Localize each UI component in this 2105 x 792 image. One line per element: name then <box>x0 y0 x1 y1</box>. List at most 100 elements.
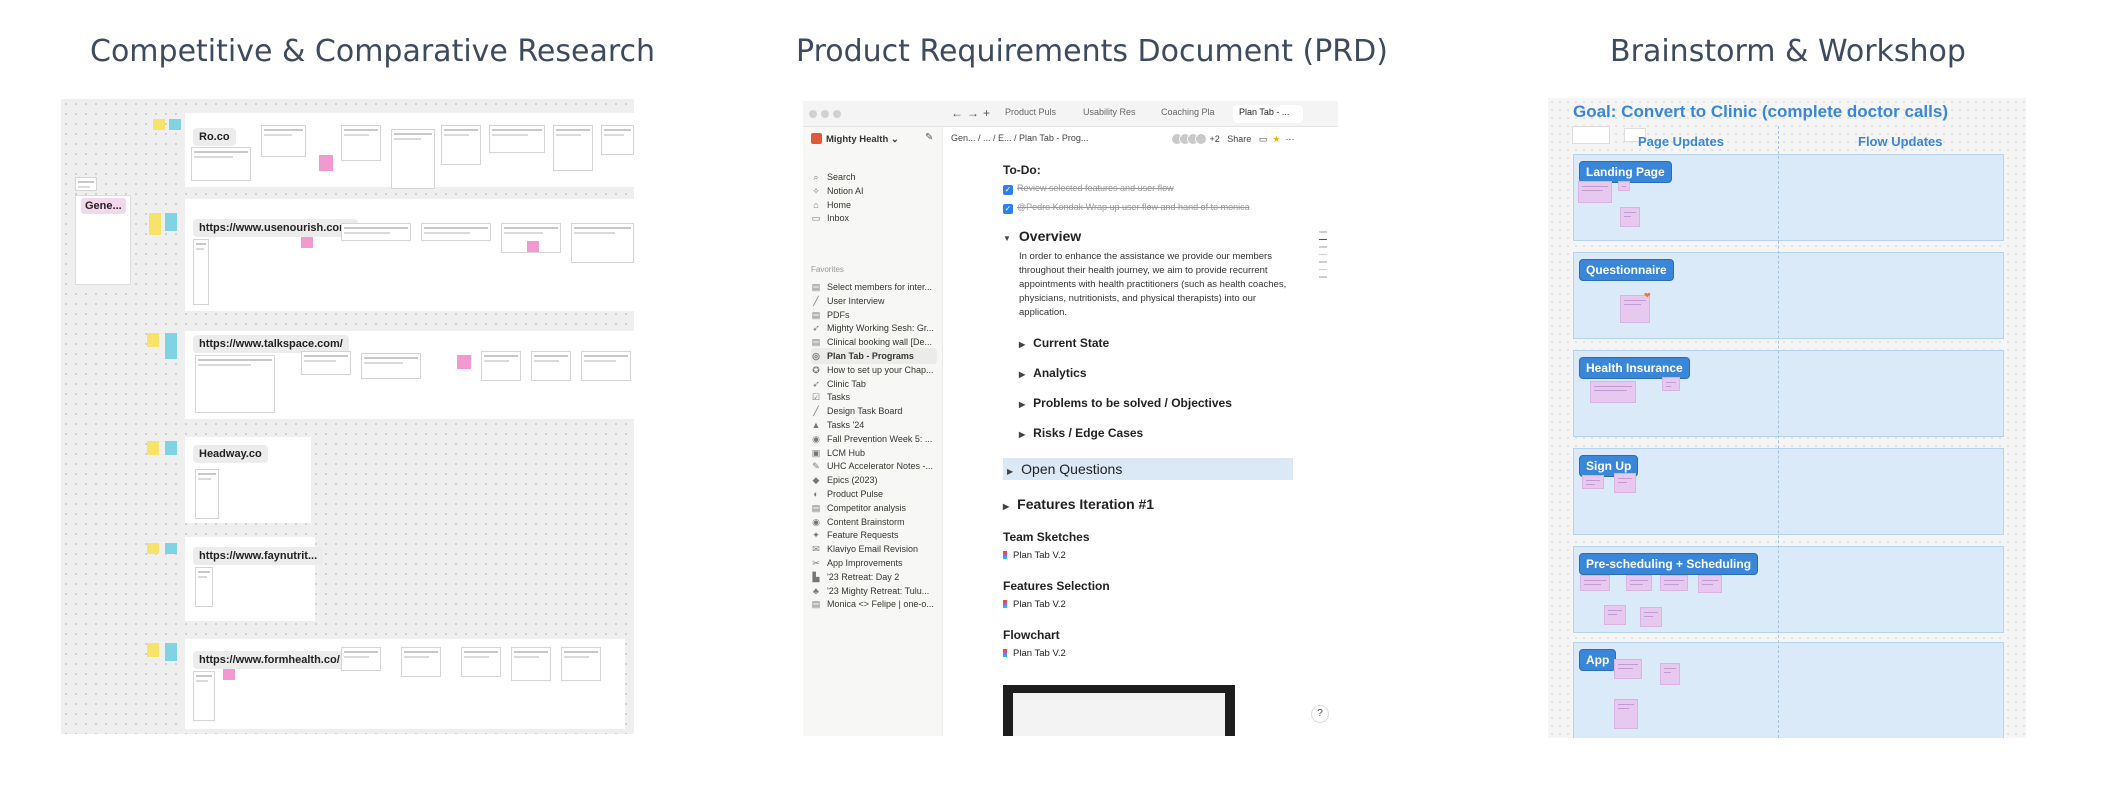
screenshot-thumb[interactable] <box>193 671 215 721</box>
screenshot-thumb[interactable] <box>553 125 593 171</box>
research-board-canvas[interactable]: Gene... Ro.co https://www.usenourish.com… <box>61 99 634 734</box>
screenshot-thumb[interactable] <box>489 125 545 153</box>
screenshot-thumb[interactable] <box>601 125 634 155</box>
screenshot-thumb[interactable] <box>561 647 601 681</box>
forward-arrow-icon[interactable]: → <box>967 106 979 120</box>
table-of-contents-minimap[interactable] <box>1319 231 1327 284</box>
sticky-note[interactable] <box>1698 575 1722 593</box>
toggle-overview[interactable]: ▼ Overview <box>1003 228 1293 244</box>
new-tab-plus-icon[interactable]: + <box>983 106 990 120</box>
more-options-icon[interactable]: ⋯ <box>1285 134 1294 144</box>
sticky-note[interactable] <box>1582 475 1604 489</box>
competitor-label-faynutrition[interactable]: https://www.faynutrit... <box>193 547 324 565</box>
lane-health-insurance[interactable]: Health Insurance <box>1573 350 2004 437</box>
sticky-note[interactable] <box>1614 699 1638 729</box>
screenshot-thumb[interactable] <box>441 125 481 165</box>
figma-link[interactable]: Plan Tab V.2 <box>1003 599 1293 610</box>
sticky-note[interactable] <box>147 643 159 657</box>
lane-label[interactable]: Pre-scheduling + Scheduling <box>1579 553 1759 575</box>
screenshot-thumb[interactable] <box>461 647 501 677</box>
screenshot-thumb[interactable] <box>581 351 631 381</box>
lane-questionnaire[interactable]: Questionnaire ❤ <box>1573 252 2004 339</box>
sticky-note[interactable] <box>147 333 159 347</box>
sticky-note[interactable] <box>147 543 159 554</box>
tab-coaching-plan[interactable]: Coaching Pla <box>1155 105 1227 123</box>
sticky-note[interactable] <box>149 213 161 235</box>
toggle-open-icon[interactable]: ▼ <box>1003 234 1011 243</box>
checkbox-checked-icon[interactable]: ✓ <box>1003 185 1013 195</box>
screenshot-thumb[interactable] <box>193 239 209 305</box>
screenshot-thumb[interactable] <box>195 567 213 607</box>
sticky-note[interactable] <box>165 213 177 231</box>
screenshot-thumb[interactable] <box>401 647 441 677</box>
toggle-current-state[interactable]: ▶ Current State <box>1019 336 1293 350</box>
lane-label[interactable]: Health Insurance <box>1579 357 1690 379</box>
todo-item[interactable]: ✓ Review selected features and user flow <box>1003 183 1293 195</box>
sticky-note[interactable] <box>153 119 165 130</box>
window-minimize-dot[interactable] <box>821 110 829 118</box>
toggle-closed-icon[interactable]: ▶ <box>1019 400 1025 409</box>
screenshot-thumb[interactable] <box>391 129 435 189</box>
sticky-note[interactable] <box>1640 607 1662 627</box>
sticky-note[interactable] <box>1662 377 1680 391</box>
sticky-note[interactable] <box>1626 575 1652 591</box>
competitor-label-formhealth[interactable]: https://www.formhealth.co/ <box>193 651 346 669</box>
screenshot-thumb[interactable] <box>195 469 219 519</box>
sticky-note[interactable] <box>319 157 331 168</box>
sticky-note[interactable] <box>527 241 539 252</box>
sidebar-favorite-item[interactable]: ▤ Monica <> Felipe | one-o... <box>811 596 937 612</box>
toggle-closed-icon[interactable]: ▶ <box>1019 370 1025 379</box>
sticky-note[interactable] <box>1614 659 1642 679</box>
sticky-note[interactable] <box>165 441 177 455</box>
window-close-dot[interactable] <box>809 110 817 118</box>
new-page-icon[interactable]: ✎ <box>925 132 933 143</box>
sticky-note[interactable] <box>301 237 313 248</box>
todo-item[interactable]: ✓ @Pedro Kondak Wrap up user flow and han… <box>1003 202 1293 214</box>
figma-link[interactable]: Plan Tab V.2 <box>1003 550 1293 561</box>
sticky-note[interactable] <box>1660 663 1680 685</box>
lane-sign-up[interactable]: Sign Up <box>1573 448 2004 535</box>
lane-app[interactable]: App <box>1573 642 2004 738</box>
toggle-closed-icon[interactable]: ▶ <box>1019 430 1025 439</box>
toggle-problems[interactable]: ▶ Problems to be solved / Objectives <box>1019 396 1293 410</box>
screenshot-thumb[interactable] <box>481 351 521 381</box>
sidebar-nav-item[interactable]: ▭ Inbox <box>811 210 937 226</box>
screenshot-thumb[interactable] <box>361 353 421 379</box>
checkbox-checked-icon[interactable]: ✓ <box>1003 204 1013 214</box>
screenshot-thumb[interactable] <box>341 223 411 241</box>
avatar[interactable] <box>1195 133 1207 145</box>
sticky-note[interactable] <box>165 643 177 661</box>
sticky-note[interactable] <box>1620 207 1640 227</box>
figma-link[interactable]: Plan Tab V.2 <box>1003 648 1293 659</box>
tab-usability-research[interactable]: Usability Res <box>1077 105 1149 123</box>
competitor-label-ro[interactable]: Ro.co <box>193 128 236 146</box>
screenshot-thumb[interactable] <box>421 223 491 241</box>
sticky-note[interactable] <box>1604 605 1626 625</box>
competitor-label-headway[interactable]: Headway.co <box>193 445 268 463</box>
screenshot-thumb[interactable] <box>571 223 634 263</box>
toggle-closed-icon[interactable]: ▶ <box>1003 502 1009 511</box>
sticky-note[interactable] <box>165 333 177 359</box>
sticky-note[interactable] <box>1578 181 1612 203</box>
screenshot-thumb[interactable] <box>511 647 551 681</box>
sticky-note[interactable] <box>1580 575 1610 591</box>
sticky-note[interactable] <box>165 543 177 554</box>
screenshot-thumb[interactable] <box>531 351 571 381</box>
screenshot-thumb[interactable] <box>341 125 381 161</box>
tab-plan-tab[interactable]: Plan Tab - ... <box>1233 105 1303 123</box>
sticky-note[interactable] <box>1618 181 1630 191</box>
favorite-star-icon[interactable]: ★ <box>1272 134 1280 144</box>
toggle-closed-icon[interactable]: ▶ <box>1019 340 1025 349</box>
sticky-note[interactable] <box>1660 575 1688 591</box>
lane-label[interactable]: Questionnaire <box>1579 259 1674 281</box>
screenshot-thumb[interactable] <box>195 355 275 413</box>
lane-label[interactable]: App <box>1579 649 1617 671</box>
comments-icon[interactable]: ▭ <box>1259 134 1268 144</box>
sticky-note[interactable] <box>1590 381 1636 403</box>
sticky-note[interactable] <box>147 441 159 455</box>
lane-label[interactable]: Landing Page <box>1579 161 1672 183</box>
screenshot-thumb[interactable] <box>261 125 306 157</box>
notion-ai-button[interactable]: ? <box>1311 705 1329 723</box>
window-zoom-dot[interactable] <box>833 110 841 118</box>
toggle-open-questions[interactable]: ▶ Open Questions <box>1003 458 1293 480</box>
